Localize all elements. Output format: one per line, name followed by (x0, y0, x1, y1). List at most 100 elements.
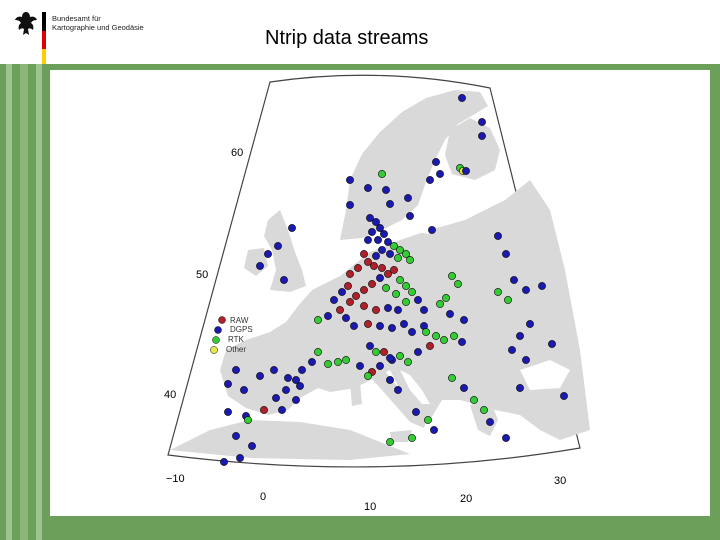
station-marker (384, 304, 392, 312)
station-marker (232, 432, 240, 440)
lat-label: 50 (196, 269, 208, 281)
station-marker (386, 354, 394, 362)
station-marker (372, 348, 380, 356)
station-marker (424, 416, 432, 424)
station-marker (436, 300, 444, 308)
station-marker (364, 372, 372, 380)
station-marker (486, 418, 494, 426)
station-marker (324, 312, 332, 320)
agency-name: Bundesamt für Kartographie und Geodäsie (52, 14, 144, 32)
station-marker (400, 320, 408, 328)
station-marker (460, 316, 468, 324)
station-marker (402, 298, 410, 306)
station-marker (378, 264, 386, 272)
station-marker (308, 358, 316, 366)
frame-stripe (6, 64, 12, 540)
station-marker (406, 212, 414, 220)
station-marker (382, 284, 390, 292)
station-marker (414, 348, 422, 356)
station-marker (440, 336, 448, 344)
frame-stripe (20, 64, 28, 540)
lat-label: 60 (231, 147, 243, 159)
legend-label-other: Other (226, 345, 246, 354)
station-marker (342, 314, 350, 322)
station-marker (386, 250, 394, 258)
europe-map: 60 50 40 −10 0 10 20 30 RAW DGPS RTK Oth… (164, 74, 590, 513)
frame-stripe (36, 64, 42, 540)
station-marker (284, 374, 292, 382)
legend-label-dgps: DGPS (230, 325, 253, 334)
station-marker (370, 262, 378, 270)
legend-label-rtk: RTK (228, 335, 245, 344)
station-marker (396, 352, 404, 360)
station-marker (346, 176, 354, 184)
station-marker (220, 458, 228, 466)
lat-label: 40 (164, 389, 176, 401)
sardinia (350, 382, 362, 406)
station-marker (236, 454, 244, 462)
station-marker (232, 366, 240, 374)
station-marker (408, 434, 416, 442)
station-marker (314, 348, 322, 356)
station-marker (478, 118, 486, 126)
lon-label: 20 (460, 493, 472, 505)
agency-logo: Bundesamt für Kartographie und Geodäsie (14, 10, 154, 68)
legend-marker-raw (218, 316, 226, 324)
station-marker (426, 176, 434, 184)
page-title: Ntrip data streams (265, 27, 429, 49)
station-marker (396, 276, 404, 284)
station-marker (508, 346, 516, 354)
lon-label: −10 (166, 473, 185, 485)
station-marker (404, 194, 412, 202)
station-marker (390, 266, 398, 274)
station-marker (470, 396, 478, 404)
station-marker (270, 366, 278, 374)
agency-line-2: Kartographie und Geodäsie (52, 23, 144, 32)
station-marker (448, 374, 456, 382)
station-marker (522, 286, 530, 294)
station-marker (292, 396, 300, 404)
station-marker (548, 340, 556, 348)
station-marker (346, 298, 354, 306)
station-marker (408, 288, 416, 296)
station-marker (248, 442, 256, 450)
station-marker (240, 386, 248, 394)
station-marker (388, 324, 396, 332)
station-marker (394, 306, 402, 314)
station-marker (442, 294, 450, 302)
station-marker (288, 224, 296, 232)
station-marker (494, 232, 502, 240)
station-marker (522, 356, 530, 364)
station-marker (394, 386, 402, 394)
station-marker (364, 184, 372, 192)
station-marker (494, 288, 502, 296)
station-marker (342, 356, 350, 364)
station-marker (272, 394, 280, 402)
station-marker (432, 158, 440, 166)
station-marker (414, 296, 422, 304)
station-marker (338, 288, 346, 296)
map-panel: 60 50 40 −10 0 10 20 30 RAW DGPS RTK Oth… (50, 70, 710, 516)
legend-label-raw: RAW (230, 316, 249, 325)
agency-line-1: Bundesamt für (52, 14, 101, 23)
station-marker (360, 302, 368, 310)
station-marker (436, 170, 444, 178)
station-marker (372, 306, 380, 314)
station-marker (430, 426, 438, 434)
station-marker (378, 170, 386, 178)
station-marker (458, 94, 466, 102)
eagle-icon (15, 12, 37, 35)
station-marker (386, 438, 394, 446)
lon-label: 30 (554, 475, 566, 487)
station-marker (516, 332, 524, 340)
station-marker (406, 256, 414, 264)
lon-label: 10 (364, 501, 376, 513)
station-marker (382, 186, 390, 194)
station-marker (278, 406, 286, 414)
station-marker (428, 226, 436, 234)
station-marker (224, 380, 232, 388)
station-marker (224, 408, 232, 416)
station-marker (256, 262, 264, 270)
station-marker (448, 272, 456, 280)
station-marker (264, 250, 272, 258)
